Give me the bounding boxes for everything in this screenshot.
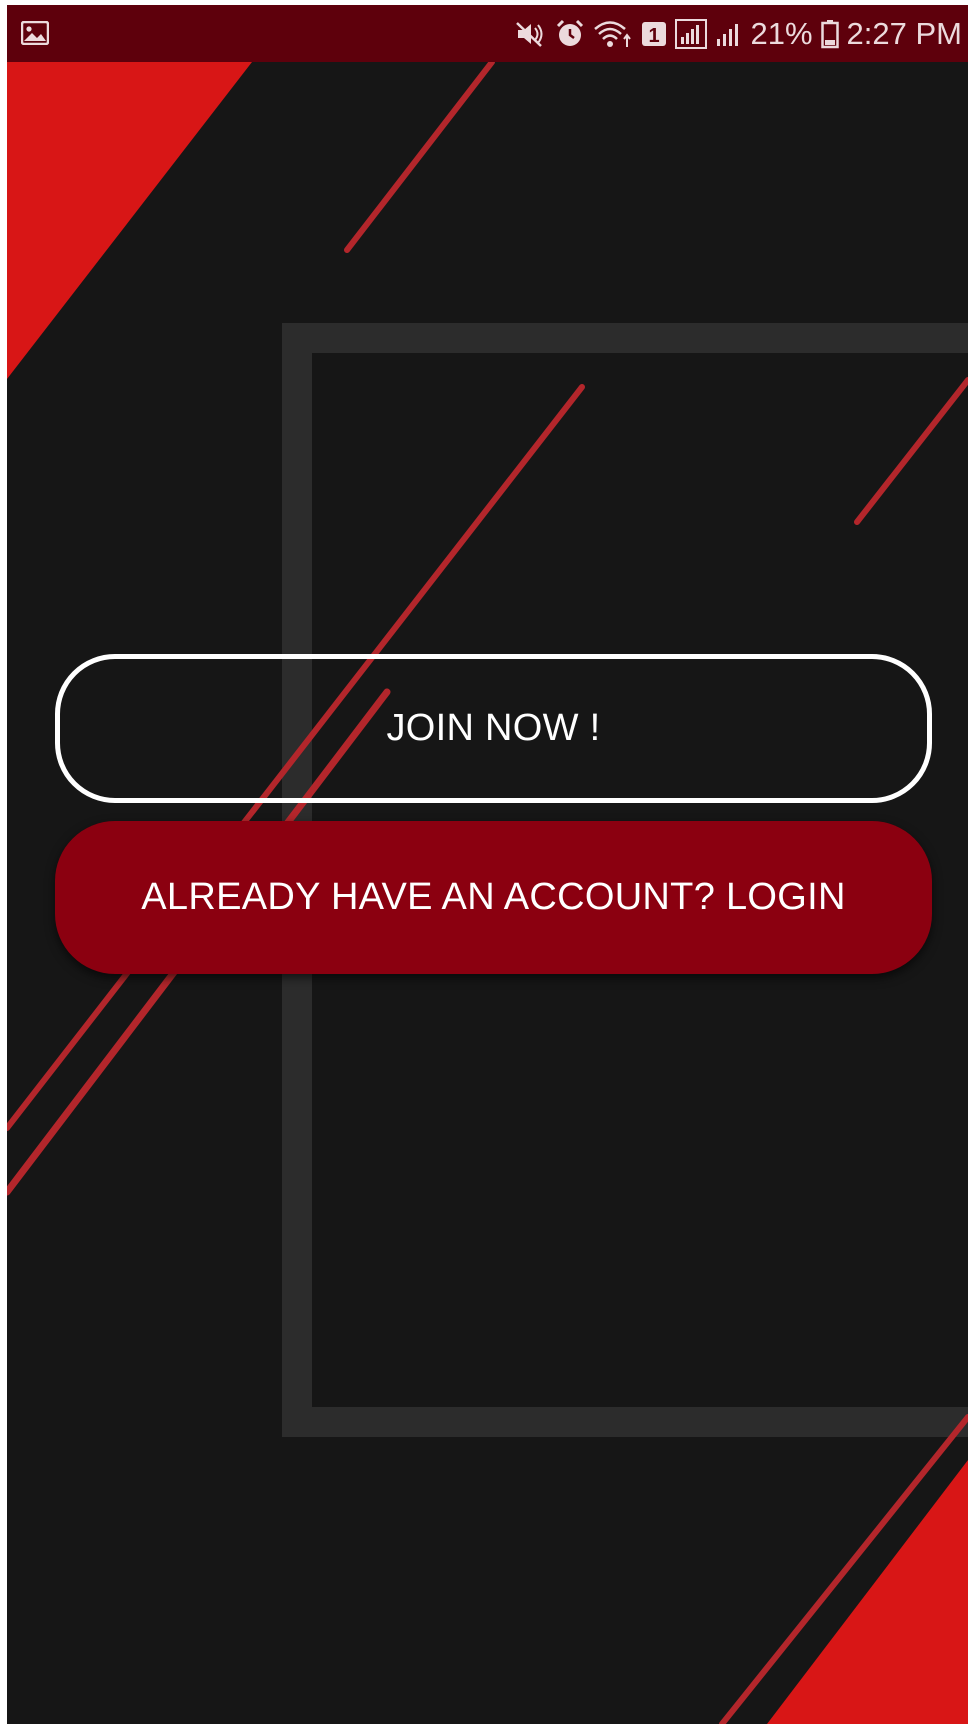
join-now-button[interactable]: JOIN NOW ! xyxy=(55,654,932,803)
image-notification-icon xyxy=(20,20,50,46)
sim-1-icon: 1 xyxy=(641,20,667,48)
app-screen: 1 21% 2:27 PM JOIN NOW ! ALREADY HAVE AN… xyxy=(7,5,968,1724)
status-icons: 1 21% 2:27 PM xyxy=(515,5,962,62)
clock: 2:27 PM xyxy=(846,15,962,51)
battery-icon xyxy=(820,19,839,49)
login-label: ALREADY HAVE AN ACCOUNT? LOGIN xyxy=(141,876,846,918)
join-now-label: JOIN NOW ! xyxy=(386,707,601,749)
signal-2-icon xyxy=(715,20,743,48)
signal-icon xyxy=(674,18,707,49)
status-bar: 1 21% 2:27 PM xyxy=(7,5,968,62)
battery-percent: 21% xyxy=(750,15,813,51)
alarm-icon xyxy=(555,19,585,49)
mute-icon xyxy=(515,20,547,48)
svg-text:1: 1 xyxy=(648,25,659,47)
wifi-icon xyxy=(593,19,633,49)
login-button[interactable]: ALREADY HAVE AN ACCOUNT? LOGIN xyxy=(55,821,932,974)
